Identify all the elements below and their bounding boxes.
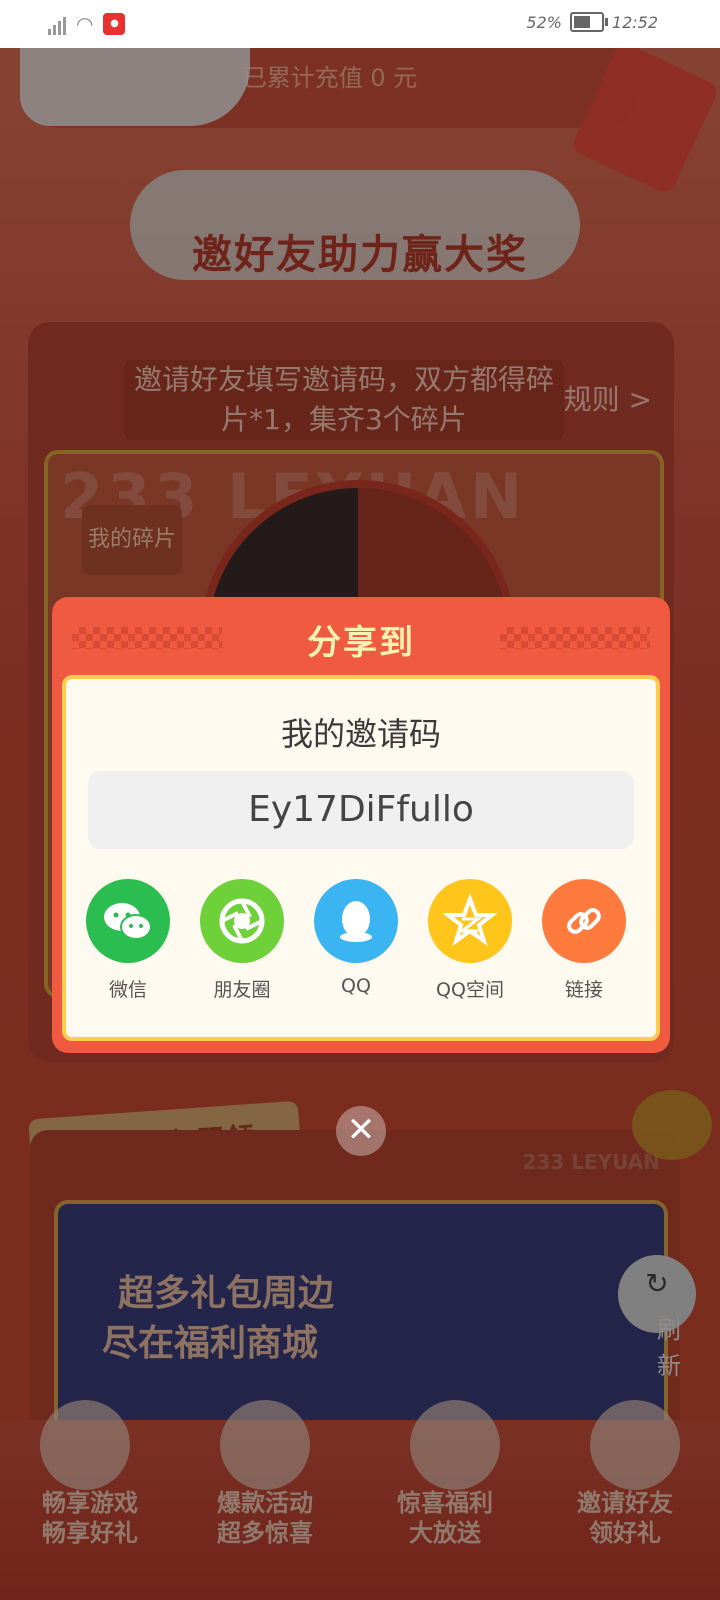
status-icons-left: ◠ ● bbox=[48, 12, 126, 36]
battery-percent: 52% bbox=[526, 12, 562, 32]
share-label: 朋友圈 bbox=[213, 979, 271, 1001]
share-options: 微信 朋友圈 QQ QQ空间 链接 bbox=[66, 879, 656, 1009]
status-icons-right: 52% 12:52 bbox=[526, 12, 658, 32]
moments-icon bbox=[200, 879, 284, 963]
dialog-body: 我的邀请码 Ey17DiFfullo 微信 朋友圈 QQ QQ空间 链接 bbox=[62, 675, 660, 1041]
clock: 12:52 bbox=[611, 12, 658, 32]
share-link-button[interactable]: 链接 bbox=[529, 879, 639, 1002]
close-dialog-button[interactable]: ✕ bbox=[336, 1106, 386, 1156]
share-qzone-button[interactable]: QQ空间 bbox=[415, 879, 525, 1002]
dialog-title: 分享到 bbox=[307, 623, 415, 663]
qzone-icon bbox=[428, 879, 512, 963]
share-dialog: 分享到 我的邀请码 Ey17DiFfullo 微信 朋友圈 QQ QQ空间 链接 bbox=[52, 597, 670, 1053]
qq-icon bbox=[314, 879, 398, 963]
share-label: QQ空间 bbox=[436, 979, 504, 1001]
status-bar: ◠ ● 52% 12:52 bbox=[0, 0, 720, 48]
battery-icon bbox=[569, 12, 608, 32]
wifi-icon: ◠ bbox=[76, 12, 94, 36]
share-qq-button[interactable]: QQ bbox=[301, 879, 411, 997]
share-label: 链接 bbox=[564, 979, 603, 1001]
close-icon: ✕ bbox=[346, 1110, 376, 1150]
wechat-icon bbox=[86, 879, 170, 963]
invite-code-value: Ey17DiFfullo bbox=[248, 789, 474, 830]
share-wechat-button[interactable]: 微信 bbox=[73, 879, 183, 1002]
share-label: 微信 bbox=[108, 979, 147, 1001]
share-moments-button[interactable]: 朋友圈 bbox=[187, 879, 297, 1002]
share-label: QQ bbox=[341, 975, 371, 997]
app-notification-icon: ● bbox=[103, 13, 126, 35]
invite-code-label: 我的邀请码 bbox=[280, 715, 441, 753]
link-icon bbox=[542, 879, 626, 963]
invite-code-box[interactable]: Ey17DiFfullo bbox=[88, 771, 634, 849]
signal-icon bbox=[48, 13, 66, 35]
